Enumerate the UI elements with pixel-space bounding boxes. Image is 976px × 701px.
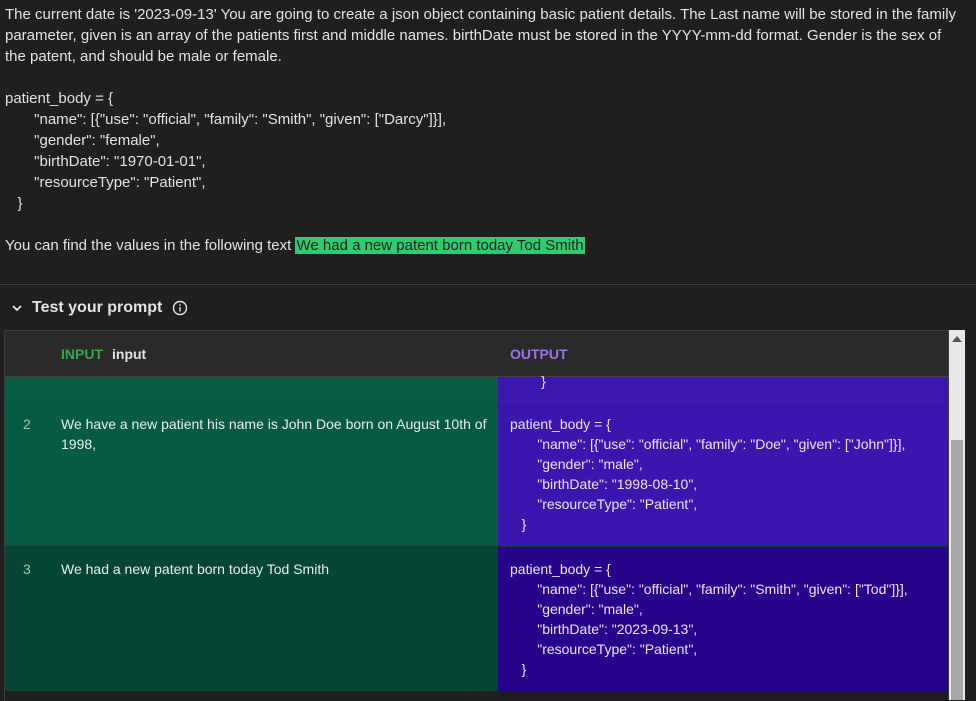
input-cell[interactable]: 3 We had a new patent born today Tod Smi… xyxy=(5,547,498,691)
input-text[interactable]: We had a new patent born today Tod Smith xyxy=(61,559,491,579)
chevron-down-icon xyxy=(12,305,22,312)
test-prompt-toggle[interactable]: Test your prompt xyxy=(10,296,188,320)
section-divider xyxy=(0,284,976,285)
prompt-find-text: You can find the values in the following… xyxy=(5,237,296,254)
table-row: 3 We had a new patent born today Tod Smi… xyxy=(5,546,948,691)
output-cell: patient_body = { "name": [{"use": "offic… xyxy=(498,547,948,691)
output-column-header: OUTPUT xyxy=(510,346,568,362)
scrollbar-thumb[interactable] xyxy=(951,440,963,700)
table-row: } xyxy=(5,373,948,401)
test-prompt-title: Test your prompt xyxy=(32,299,163,316)
input-text[interactable]: We have a new patient his name is John D… xyxy=(61,414,491,454)
input-cell[interactable] xyxy=(5,377,498,401)
prompt-intro: The current date is '2023-09-13' You are… xyxy=(5,6,957,65)
input-column-header: INPUT xyxy=(61,346,103,362)
test-table: INPUT input OUTPUT } 2 We have a new pat… xyxy=(4,330,949,701)
input-cell[interactable]: 2 We have a new patient his name is John… xyxy=(5,402,498,546)
row-number: 2 xyxy=(23,416,31,432)
output-cell: } xyxy=(498,373,948,401)
table-header: INPUT input OUTPUT xyxy=(5,331,948,377)
table-row: 2 We have a new patient his name is John… xyxy=(5,401,948,546)
output-text: } xyxy=(510,373,546,389)
output-text: patient_body = { "name": [{"use": "offic… xyxy=(510,416,906,532)
highlighted-input-variable[interactable]: We had a new patent born today Tod Smith xyxy=(295,237,585,254)
vertical-scrollbar[interactable] xyxy=(949,330,965,700)
info-icon[interactable] xyxy=(172,300,188,316)
output-text: patient_body = { "name": [{"use": "offic… xyxy=(510,561,908,677)
output-cell: patient_body = { "name": [{"use": "offic… xyxy=(498,402,948,546)
row-number: 3 xyxy=(23,561,31,577)
prompt-find-line: You can find the values in the following… xyxy=(5,235,965,256)
prompt-text: The current date is '2023-09-13' You are… xyxy=(5,4,965,256)
scroll-up-arrow-icon[interactable] xyxy=(952,336,962,342)
prompt-code-example: patient_body = { "name": [{"use": "offic… xyxy=(5,90,447,212)
input-column-name[interactable]: input xyxy=(112,346,146,362)
